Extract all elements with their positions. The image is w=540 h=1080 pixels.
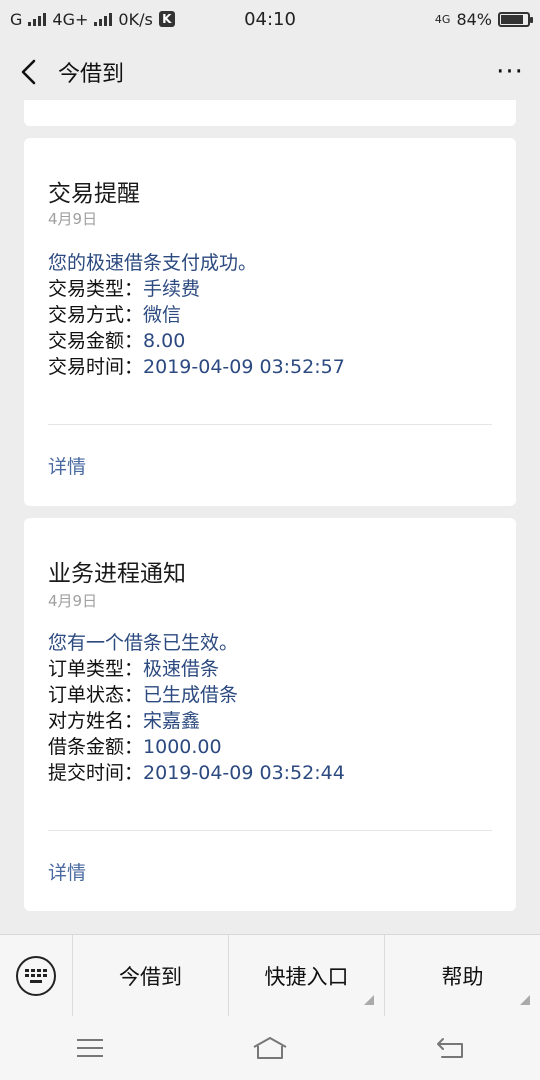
menu-item-label: 帮助 <box>441 964 484 989</box>
field-value: 1000.00 <box>143 736 222 758</box>
field-row: 对方姓名：宋嘉鑫 <box>48 706 200 733</box>
menu-item-jinjiedao[interactable]: 今借到 <box>72 934 228 1017</box>
field-label: 订单类型： <box>48 658 144 680</box>
bottom-menu: 今借到 快捷入口 帮助 <box>0 934 540 1017</box>
field-value: 手续费 <box>143 278 201 300</box>
menu-item-quick-entry[interactable]: 快捷入口 <box>228 934 384 1017</box>
menu-item-help[interactable]: 帮助 <box>384 934 540 1017</box>
card-title: 交易提醒 <box>48 181 140 207</box>
field-row: 交易金额：8.00 <box>48 326 185 353</box>
nav-bar: 今借到 ··· <box>0 38 540 106</box>
system-home-button[interactable] <box>250 1033 290 1063</box>
keyboard-toggle-button[interactable] <box>0 935 72 1017</box>
status-bar: G 4G+ 0K/s K 04:10 4G 84% <box>0 0 540 38</box>
keyboard-icon <box>16 955 56 996</box>
field-value: 已生成借条 <box>143 684 239 706</box>
field-label: 订单状态： <box>48 684 144 706</box>
back-button[interactable] <box>0 38 58 106</box>
field-label: 交易时间： <box>48 356 144 378</box>
more-dots-icon: ··· <box>496 57 524 87</box>
screen: G 4G+ 0K/s K 04:10 4G 84% 今借到 ··· 交易提醒 4… <box>0 0 540 1080</box>
submenu-indicator-icon <box>364 994 374 1005</box>
field-value: 8.00 <box>143 330 186 352</box>
submenu-indicator-icon <box>520 994 530 1005</box>
detail-link[interactable]: 详情 <box>48 452 86 479</box>
field-row: 订单状态：已生成借条 <box>48 680 238 707</box>
field-label: 交易类型： <box>48 278 144 300</box>
detail-link[interactable]: 详情 <box>48 858 86 885</box>
field-value: 2019-04-09 03:52:57 <box>143 356 345 378</box>
field-row: 借条金额：1000.00 <box>48 732 222 759</box>
card-headline: 您的极速借条支付成功。 <box>48 252 258 274</box>
chevron-left-icon <box>21 59 36 85</box>
message-card-business[interactable]: 业务进程通知 4月9日 您有一个借条已生效。 订单类型：极速借条 订单状态：已生… <box>24 518 516 911</box>
field-row: 交易时间：2019-04-09 03:52:57 <box>48 352 345 379</box>
return-icon <box>437 1038 463 1058</box>
previous-card-fragment <box>24 100 516 126</box>
menu-item-label: 快捷入口 <box>264 964 349 989</box>
field-value: 极速借条 <box>143 658 220 680</box>
card-title: 业务进程通知 <box>48 561 186 587</box>
field-row: 订单类型：极速借条 <box>48 654 219 681</box>
card-divider <box>48 830 492 831</box>
card-headline: 您有一个借条已生效。 <box>48 632 239 654</box>
battery-fill <box>501 14 523 24</box>
field-value: 宋嘉鑫 <box>143 710 201 732</box>
field-value: 微信 <box>143 304 182 326</box>
system-nav-bar <box>0 1016 540 1080</box>
field-row: 交易类型：手续费 <box>48 274 200 301</box>
field-label: 借条金额： <box>48 736 144 758</box>
field-row: 提交时间：2019-04-09 03:52:44 <box>48 758 345 785</box>
field-label: 交易金额： <box>48 330 144 352</box>
field-row: 交易方式：微信 <box>48 300 181 327</box>
field-value: 2019-04-09 03:52:44 <box>143 762 345 784</box>
page-title: 今借到 <box>58 62 125 87</box>
system-menu-button[interactable] <box>70 1033 110 1063</box>
system-back-button[interactable] <box>430 1033 470 1063</box>
card-divider <box>48 424 492 425</box>
clock: 04:10 <box>244 8 296 30</box>
message-card-transaction[interactable]: 交易提醒 4月9日 您的极速借条支付成功。 交易类型：手续费 交易方式：微信 交… <box>24 138 516 506</box>
menu-item-label: 今借到 <box>119 964 182 989</box>
field-label: 提交时间： <box>48 762 144 784</box>
battery-icon <box>498 11 533 27</box>
menu-lines-icon <box>77 1039 103 1057</box>
card-date: 4月9日 <box>48 592 98 610</box>
card-date: 4月9日 <box>48 210 98 228</box>
more-button[interactable]: ··· <box>480 38 540 106</box>
field-label: 交易方式： <box>48 304 144 326</box>
home-icon <box>253 1037 287 1059</box>
field-label: 对方姓名： <box>48 710 144 732</box>
